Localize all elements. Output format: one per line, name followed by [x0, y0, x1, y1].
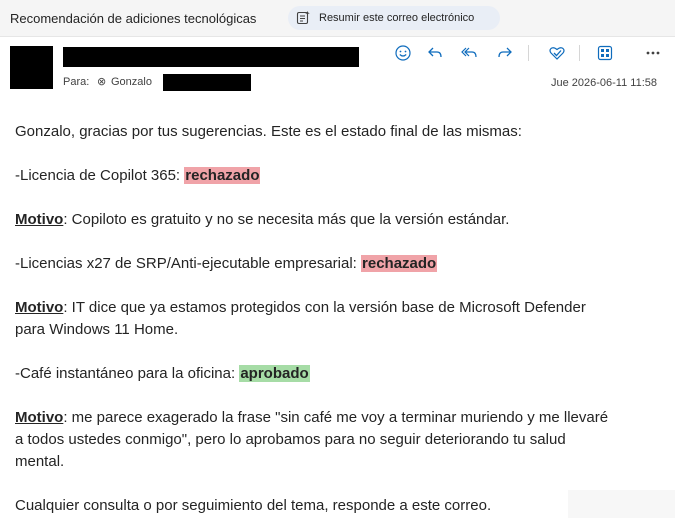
motivo-label: Motivo	[15, 409, 64, 426]
more-icon[interactable]	[643, 43, 663, 63]
sender-avatar[interactable]	[10, 46, 53, 89]
reply-icon[interactable]	[425, 43, 445, 63]
reason-srp: Motivo: IT dice que ya estamos protegido…	[15, 297, 665, 319]
status-rejected: rechazado	[184, 167, 261, 184]
to-label: Para:	[63, 76, 90, 88]
recipient-name[interactable]: Gonzalo	[111, 76, 152, 88]
scroll-fade	[568, 490, 675, 518]
item-copilot: -Licencia de Copilot 365: rechazado	[15, 165, 665, 187]
heart-check-icon[interactable]	[547, 43, 567, 63]
item-coffee-label: -Café instantáneo para la oficina:	[15, 365, 240, 382]
item-srp: -Licencias x27 de SRP/Anti-ejecutable em…	[15, 253, 665, 275]
summarize-icon	[296, 11, 310, 25]
reason-coffee-end: mental.	[15, 453, 65, 470]
toolbar-divider	[528, 45, 529, 61]
item-copilot-label: -Licencia de Copilot 365:	[15, 167, 185, 184]
motivo-label: Motivo	[15, 299, 64, 316]
item-srp-label: -Licencias x27 de SRP/Anti-ejecutable em…	[15, 255, 362, 272]
item-coffee: -Café instantáneo para la oficina: aprob…	[15, 363, 665, 385]
status-approved: aprobado	[239, 365, 310, 382]
apps-icon[interactable]	[595, 43, 615, 63]
forward-icon[interactable]	[495, 43, 515, 63]
motivo-label: Motivo	[15, 211, 64, 228]
summarize-button[interactable]: Resumir este correo electrónico	[288, 6, 500, 30]
status-rejected: rechazado	[361, 255, 438, 272]
reason-copilot-text: : Copiloto es gratuito y no se necesita …	[63, 211, 510, 228]
reason-coffee-text: : me parece exagerado la frase "sin café…	[63, 409, 609, 426]
redacted-sender-name	[63, 47, 359, 67]
redacted-recipient-surname	[163, 74, 251, 91]
reason-coffee: Motivo: me parece exagerado la frase "si…	[15, 407, 665, 429]
reason-coffee-cont: a todos ustedes conmigo", pero lo aproba…	[15, 431, 566, 448]
email-topbar: Recomendación de adiciones tecnológicas …	[0, 0, 675, 37]
email-date: Jue 2026-06-11 11:58	[550, 77, 657, 89]
email-body: Gonzalo, gracias por tus sugerencias. Es…	[15, 121, 665, 517]
remove-recipient-icon[interactable]: ⊗	[97, 75, 106, 88]
reason-copilot: Motivo: Copiloto es gratuito y no se nec…	[15, 209, 665, 231]
reason-srp-text: : IT dice que ya estamos protegidos con …	[63, 299, 586, 316]
intro-text: Gonzalo, gracias por tus sugerencias. Es…	[15, 123, 522, 140]
reason-srp-cont: para Windows 11 Home.	[15, 321, 179, 338]
reply-all-icon[interactable]	[459, 43, 479, 63]
email-subject: Recomendación de adiciones tecnológicas	[10, 11, 257, 26]
emoji-icon[interactable]	[393, 43, 413, 63]
summarize-label: Resumir este correo electrónico	[319, 12, 475, 24]
toolbar-divider	[579, 45, 580, 61]
